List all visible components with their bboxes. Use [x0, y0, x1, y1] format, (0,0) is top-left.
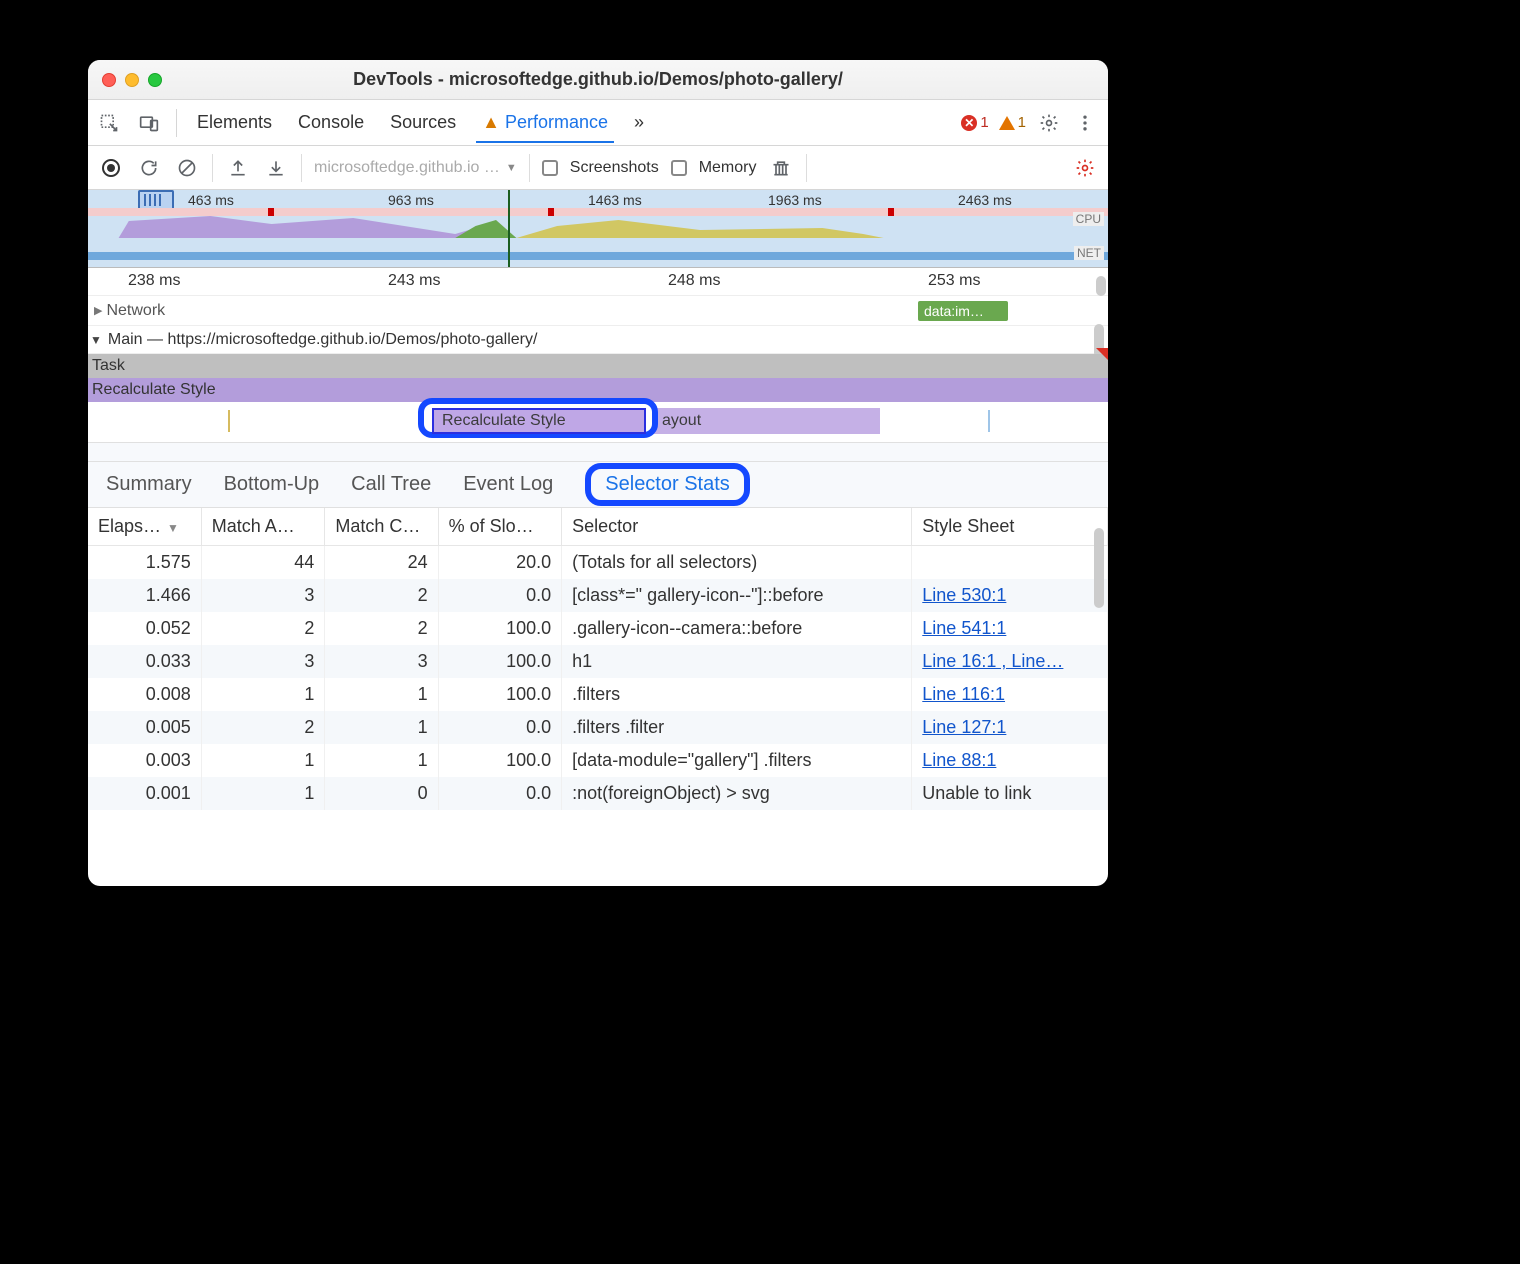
col-selector[interactable]: Selector — [562, 508, 912, 546]
capture-settings-icon[interactable] — [1072, 155, 1098, 181]
col-stylesheet[interactable]: Style Sheet — [912, 508, 1108, 546]
record-button[interactable] — [98, 155, 124, 181]
reload-button[interactable] — [136, 155, 162, 181]
ruler-tick: 238 ms — [128, 272, 180, 290]
table-row[interactable]: 0.005210.0.filters .filterLine 127:1 — [88, 711, 1108, 744]
tab-bottom-up[interactable]: Bottom-Up — [224, 473, 320, 496]
overview-selection[interactable] — [138, 190, 174, 210]
scrollbar[interactable] — [1096, 276, 1106, 296]
timeline-overview[interactable]: 463 ms 963 ms 1463 ms 1963 ms 2463 ms CP… — [88, 190, 1108, 268]
overview-tick: 1963 ms — [768, 192, 822, 208]
task-bar[interactable]: Task — [88, 354, 1108, 378]
warning-icon — [999, 116, 1015, 130]
chevron-down-icon: ▼ — [506, 162, 517, 174]
layout-bar[interactable]: ayout — [654, 408, 880, 434]
col-match-attempts[interactable]: Match A… — [201, 508, 325, 546]
network-request-pill[interactable]: data:im… — [918, 301, 1008, 321]
overview-marker — [508, 190, 510, 267]
screenshots-label: Screenshots — [570, 159, 659, 177]
tab-performance[interactable]: ▲ Performance — [476, 102, 614, 143]
minimize-icon[interactable] — [125, 73, 139, 87]
device-toggle-icon[interactable] — [136, 110, 162, 136]
memory-label: Memory — [699, 159, 757, 177]
upload-icon[interactable] — [225, 155, 251, 181]
maximize-icon[interactable] — [148, 73, 162, 87]
table-row[interactable]: 0.03333100.0h1Line 16:1 , Line… — [88, 645, 1108, 678]
stylesheet-link[interactable]: Line 541:1 — [922, 618, 1006, 638]
overview-tick: 963 ms — [388, 192, 434, 208]
selector-stats-table-container: Elaps…▼ Match A… Match C… % of Slo… Sele… — [88, 508, 1108, 886]
overview-tick: 1463 ms — [588, 192, 642, 208]
cpu-label: CPU — [1073, 212, 1104, 226]
flame-subrow: Recalculate Style ayout — [88, 402, 1108, 442]
error-icon: ✕ — [961, 115, 977, 131]
top-tabs: Elements Console Sources ▲ Performance »… — [88, 100, 1108, 146]
download-icon[interactable] — [263, 155, 289, 181]
tab-call-tree[interactable]: Call Tree — [351, 473, 431, 496]
window-title: DevTools - microsoftedge.github.io/Demos… — [353, 69, 843, 90]
warning-count-badge[interactable]: 1 — [999, 114, 1026, 131]
tabs-overflow[interactable]: » — [628, 102, 650, 143]
tab-console[interactable]: Console — [292, 102, 370, 143]
tab-selector-stats[interactable]: Selector Stats — [585, 463, 750, 506]
network-track[interactable]: ▶ Network data:im… — [88, 296, 1108, 326]
ruler-tick: 248 ms — [668, 272, 720, 290]
disclosure-icon[interactable]: ▼ — [90, 333, 102, 347]
flame-tracks: ▶ Network data:im… ▼ Main — https://micr… — [88, 296, 1108, 442]
col-match-count[interactable]: Match C… — [325, 508, 438, 546]
overview-tick: 463 ms — [188, 192, 234, 208]
host-dropdown[interactable]: microsoftedge.github.io … ▼ — [314, 159, 517, 177]
scrollbar[interactable] — [1094, 528, 1104, 608]
devtools-window: DevTools - microsoftedge.github.io/Demos… — [88, 60, 1108, 886]
performance-toolbar: microsoftedge.github.io … ▼ Screenshots … — [88, 146, 1108, 190]
error-count-badge[interactable]: ✕ 1 — [961, 114, 988, 131]
tab-summary[interactable]: Summary — [106, 473, 192, 496]
table-row[interactable]: 0.001100.0:not(foreignObject) > svgUnabl… — [88, 777, 1108, 810]
table-row[interactable]: 0.00311100.0[data-module="gallery"] .fil… — [88, 744, 1108, 777]
col-elapsed[interactable]: Elaps…▼ — [88, 508, 201, 546]
stylesheet-link[interactable]: Line 116:1 — [922, 684, 1005, 704]
clear-button[interactable] — [174, 155, 200, 181]
tab-event-log[interactable]: Event Log — [463, 473, 553, 496]
inspect-icon[interactable] — [96, 110, 122, 136]
window-controls — [102, 73, 162, 87]
long-task-indicator-icon — [1096, 348, 1108, 360]
memory-checkbox[interactable] — [671, 160, 687, 176]
recalculate-style-selected[interactable]: Recalculate Style — [432, 408, 646, 434]
tab-sources[interactable]: Sources — [384, 102, 462, 143]
table-row[interactable]: 0.00811100.0.filtersLine 116:1 — [88, 678, 1108, 711]
table-row[interactable]: 1.466320.0[class*=" gallery-icon--"]::be… — [88, 579, 1108, 612]
col-slow[interactable]: % of Slo… — [438, 508, 562, 546]
close-icon[interactable] — [102, 73, 116, 87]
titlebar: DevTools - microsoftedge.github.io/Demos… — [88, 60, 1108, 100]
sort-desc-icon: ▼ — [167, 521, 179, 535]
ruler-tick: 243 ms — [388, 272, 440, 290]
net-label: NET — [1074, 246, 1104, 260]
garbage-collect-icon[interactable] — [768, 155, 794, 181]
table-row[interactable]: 0.05222100.0.gallery-icon--camera::befor… — [88, 612, 1108, 645]
stylesheet-link[interactable]: Line 88:1 — [922, 750, 996, 770]
tab-elements[interactable]: Elements — [191, 102, 278, 143]
details-tabs: Summary Bottom-Up Call Tree Event Log Se… — [88, 462, 1108, 508]
overview-tick: 2463 ms — [958, 192, 1012, 208]
flame-ruler: 238 ms 243 ms 248 ms 253 ms — [88, 268, 1108, 296]
stylesheet-link[interactable]: Line 530:1 — [922, 585, 1006, 605]
screenshots-checkbox[interactable] — [542, 160, 558, 176]
selector-stats-table: Elaps…▼ Match A… Match C… % of Slo… Sele… — [88, 508, 1108, 810]
stylesheet-link[interactable]: Line 127:1 — [922, 717, 1006, 737]
stylesheet-link[interactable]: Line 16:1 , Line… — [922, 651, 1063, 671]
main-track-header[interactable]: ▼ Main — https://microsoftedge.github.io… — [88, 326, 1108, 354]
settings-icon[interactable] — [1036, 110, 1062, 136]
warning-icon: ▲ — [482, 112, 500, 132]
more-icon[interactable] — [1072, 110, 1098, 136]
ruler-tick: 253 ms — [928, 272, 980, 290]
disclosure-icon[interactable]: ▶ — [94, 304, 102, 317]
table-row[interactable]: 1.575442420.0(Totals for all selectors) — [88, 546, 1108, 580]
